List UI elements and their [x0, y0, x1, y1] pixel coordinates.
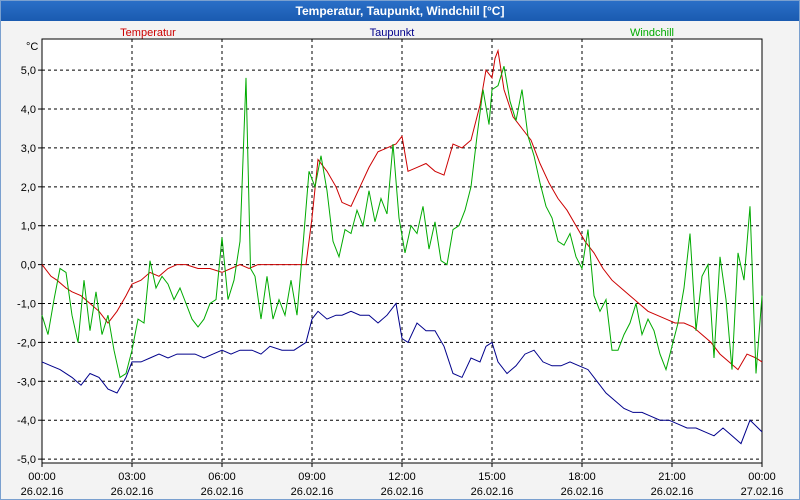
- y-tick-label: -4,0: [17, 415, 36, 427]
- y-tick-label: -1,0: [17, 299, 36, 311]
- legend-item-temperatur: Temperatur: [120, 27, 176, 39]
- y-tick-label: 0,0: [21, 260, 36, 272]
- y-tick-label: -5,0: [17, 454, 36, 466]
- legend-item-windchill: Windchill: [630, 27, 674, 39]
- x-tick-time: 15:00: [478, 471, 506, 483]
- legend-item-taupunkt: Taupunkt: [370, 27, 415, 39]
- y-tick-label: 1,0: [21, 221, 36, 233]
- x-tick-date: 26.02.16: [471, 486, 514, 498]
- chart-canvas: 5,0 4,0 3,0 2,0 1,0 0,0 -1,0 -2,0 -3,0 -4,0 -5,0 0…: [17, 27, 784, 498]
- legend: Temperatur Taupunkt Windchill: [120, 27, 674, 39]
- y-tick-label: 3,0: [21, 143, 36, 155]
- x-tick-date: 27.02.16: [741, 486, 784, 498]
- x-tick-date: 26.02.16: [111, 486, 154, 498]
- x-tick-time: 12:00: [388, 471, 416, 483]
- x-tick-time: 00:00: [28, 471, 56, 483]
- window-title: Temperatur, Taupunkt, Windchill [°C]: [1, 1, 799, 21]
- x-tick-labels: 00:00 26.02.16 03:00 26.02.16 06:00 26.02.16 0…: [21, 471, 784, 498]
- x-tick-date: 26.02.16: [561, 486, 604, 498]
- x-tick-date: 26.02.16: [201, 486, 244, 498]
- y-tick-label: -2,0: [17, 337, 36, 349]
- x-tick-time: 21:00: [658, 471, 686, 483]
- x-tick-date: 26.02.16: [21, 486, 64, 498]
- x-tick-date: 26.02.16: [381, 486, 424, 498]
- x-tick-time: 00:00: [748, 471, 776, 483]
- y-axis-label: °C: [26, 41, 38, 53]
- x-tick-time: 03:00: [118, 471, 146, 483]
- y-tick-label: 4,0: [21, 104, 36, 116]
- y-tick-label: 5,0: [21, 65, 36, 77]
- x-tick-time: 09:00: [298, 471, 326, 483]
- y-tick-labels: 5,0 4,0 3,0 2,0 1,0 0,0 -1,0 -2,0 -3,0 -4,0 -5,0: [17, 65, 36, 466]
- x-tick-time: 18:00: [568, 471, 596, 483]
- y-tick-label: -3,0: [17, 376, 36, 388]
- y-tick-label: 2,0: [21, 182, 36, 194]
- x-tick-date: 26.02.16: [291, 486, 334, 498]
- x-tick-date: 26.02.16: [651, 486, 694, 498]
- x-tick-time: 06:00: [208, 471, 236, 483]
